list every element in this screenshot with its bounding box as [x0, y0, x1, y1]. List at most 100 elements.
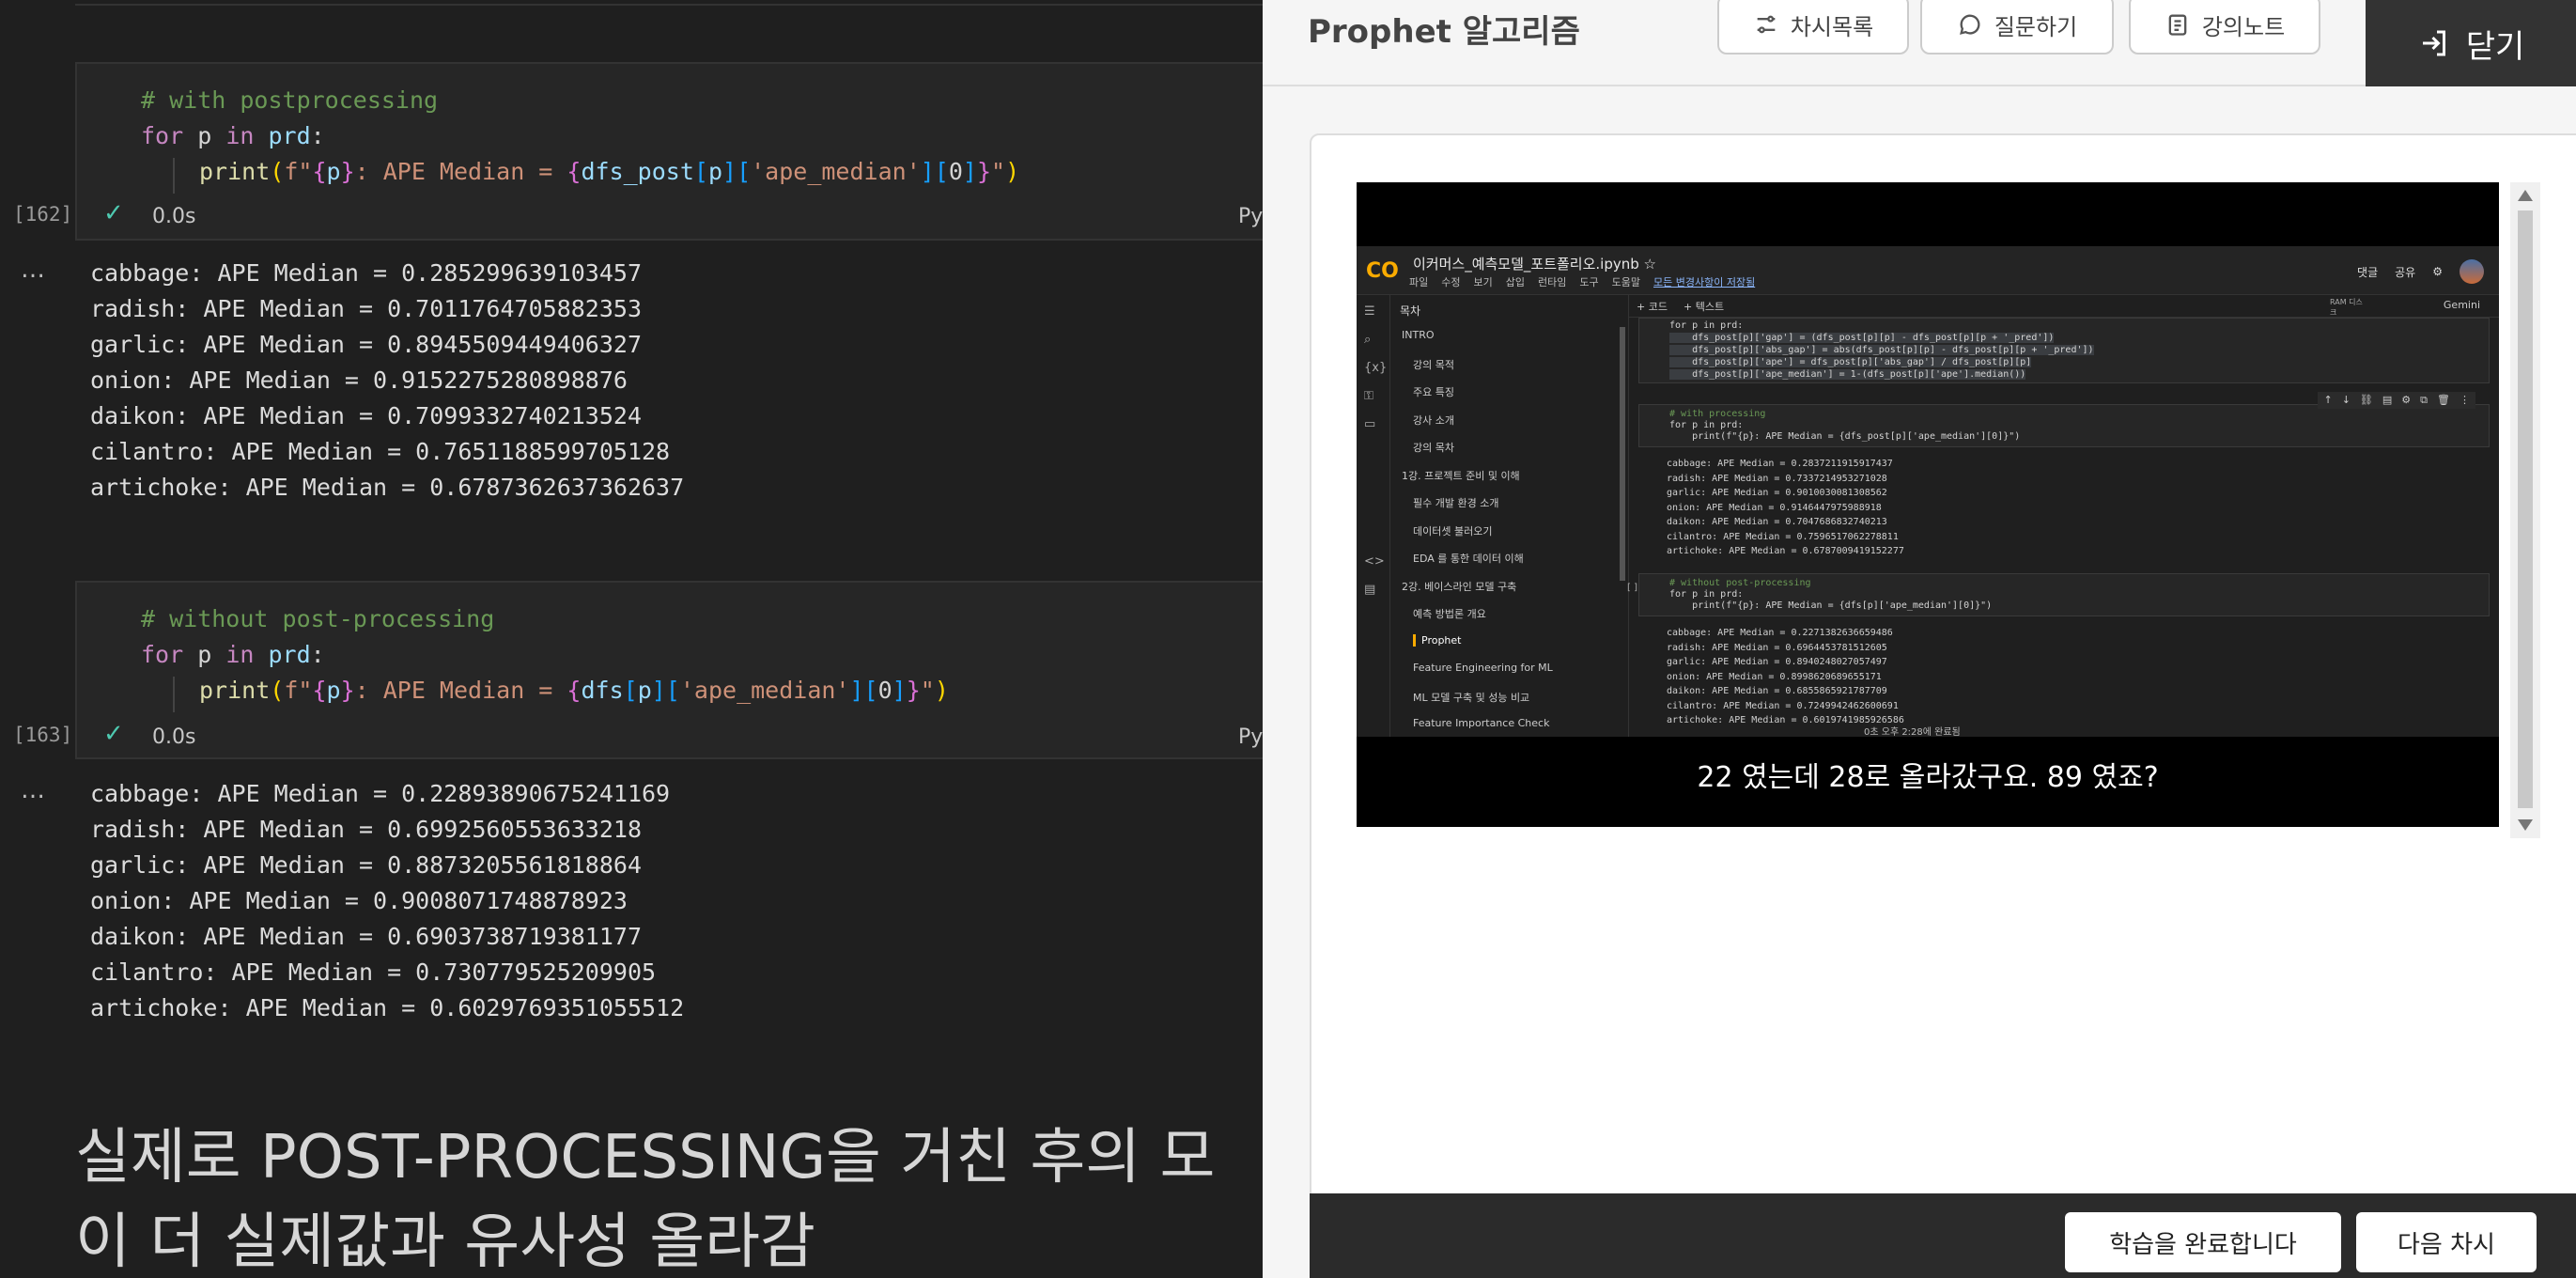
login-arrow-icon: [2422, 30, 2445, 56]
output-line: cilantro: APE Median = 0.730779525209905: [90, 958, 657, 986]
output-line: artichoke: APE Median = 0.67873626373626…: [90, 474, 685, 501]
colab-cell-with: ↑ ↓ ⛓ ▤ ⚙ ⧉ 🗑 ⋮ # with processing for p in prd: …: [1638, 392, 2490, 447]
colab-status-bar: 0초 오후 2:28에 완료됨: [1629, 722, 2499, 737]
notes-button[interactable]: 강의노트: [2129, 0, 2320, 55]
colab-code-line: for p in prd:: [1669, 320, 1744, 331]
colab-output-line: daikon: APE Median = 0.6855865921787709: [1667, 686, 1887, 696]
comment-label: 댓글: [2357, 265, 2379, 279]
gear-icon: ⚙: [2432, 265, 2443, 278]
saved-status-link: 모든 변경사항이 저장됨: [1653, 276, 1756, 288]
output-line: onion: APE Median = 0.9008071748878923: [90, 887, 628, 914]
sliders-icon: [1757, 15, 1776, 34]
toc-icon: ☰: [1364, 304, 1375, 319]
colab-code-line: dfs_post[p]['gap'] = (dfs_post[p][p] - d…: [1669, 333, 2055, 343]
output-line: artichoke: APE Median = 0.60297693510555…: [90, 994, 685, 1021]
code-line-for: for p in prd:: [141, 122, 325, 149]
colab-menu: 파일 수정 보기 삽입 런타임 도구 도움말 모든 변경사항이 저장됨: [1409, 274, 1755, 289]
video-subtitle: 22 였는데 28로 올라갔구요. 89 였죠?: [1697, 761, 2159, 794]
toc-item: 강사 소개: [1413, 413, 1454, 427]
colab-menu-item: 삽입: [1505, 276, 1525, 288]
output-line: daikon: APE Median = 0.7099332740213524: [90, 402, 642, 429]
colab-menu-item: 보기: [1473, 276, 1493, 288]
colab-output-line: cilantro: APE Median = 0.759651706227881…: [1667, 531, 1899, 542]
success-check-icon: ✓: [103, 199, 124, 227]
colab-logo: CO: [1366, 259, 1399, 283]
output-line: cilantro: APE Median = 0.765118859970512…: [90, 438, 671, 465]
colab-code-line: for p in prd:: [1669, 589, 1744, 600]
toc-item: INTRO: [1402, 329, 1435, 341]
close-button[interactable]: 닫기: [2366, 0, 2576, 86]
output-line: garlic: APE Median = 0.8945509449406327: [90, 331, 642, 358]
colab-output-line: garlic: APE Median = 0.8940248027057497: [1667, 657, 1887, 667]
share-label: 공유: [2395, 265, 2416, 279]
colab-code-line: # with processing: [1669, 409, 1766, 419]
toc-item: 강의 목차: [1413, 442, 1454, 454]
toc-item: 1강. 프로젝트 준비 및 이해: [1402, 469, 1520, 482]
colab-code-line: for p in prd:: [1669, 420, 1744, 430]
notes-icon: [2168, 14, 2187, 36]
video-scrollbar[interactable]: [2510, 182, 2540, 838]
execution-count: [162]: [13, 203, 73, 226]
toc-item: Feature Importance Check: [1413, 717, 1550, 729]
chat-bubble-icon: [1959, 14, 1980, 35]
success-check-icon: ✓: [103, 720, 124, 748]
colab-code-line: dfs_post[p]['ape_median'] = 1-(dfs_post[…: [1669, 369, 2026, 380]
colab-code-line: print(f"{p}: APE Median = {dfs_post[p]['…: [1669, 431, 2021, 442]
execution-duration: 0.0s: [152, 205, 196, 228]
code-cell-162[interactable]: # with postprocessing for p in prd: prin…: [75, 62, 1263, 241]
kernel-language-label: Py: [1238, 725, 1263, 749]
toc-title: 목차: [1400, 304, 1421, 318]
colab-menu-item: 런타임: [1538, 276, 1567, 288]
colab-output-line: radish: APE Median = 0.7337214953271028: [1667, 473, 1887, 484]
colab-toc: 목차 INTRO 강의 목적주요 특징강사 소개강의 목차 1강. 프로젝트 준비 …: [1390, 295, 1629, 737]
output-line: cabbage: APE Median = 0.285299639103457: [90, 259, 642, 287]
output-line: onion: APE Median = 0.9152275280898876: [90, 366, 628, 394]
add-code-label: + 코드: [1637, 301, 1668, 313]
toc-scrollbar: [1620, 327, 1625, 581]
toc-item: ML 모델 구축 및 성능 비교: [1413, 691, 1530, 704]
complete-lesson-button[interactable]: 학습을 완료합니다: [2065, 1212, 2341, 1272]
output-menu-icon[interactable]: …: [21, 256, 45, 284]
next-lesson-button[interactable]: 다음 차시: [2356, 1212, 2537, 1272]
scroll-down-icon[interactable]: [2518, 819, 2533, 831]
colab-code-line: dfs_post[p]['ape'] = dfs_post[p]['abs_ga…: [1669, 357, 2032, 367]
colab-code-line: print(f"{p}: APE Median = {dfs[p]['ape_m…: [1669, 600, 1993, 611]
toc-item: 필수 개발 환경 소개: [1413, 497, 1499, 509]
toc-item: 데이터셋 불러오기: [1413, 524, 1493, 538]
terminal-icon: ▤: [1364, 583, 1376, 597]
gemini-label: Gemini: [2443, 299, 2480, 311]
indent-guide: [173, 158, 175, 194]
code-comment: # without post-processing: [141, 605, 495, 632]
markdown-heading-line-2: 이 더 실제값과 유사성 올라감: [75, 1208, 815, 1277]
lecture-player-panel: Prophet 알고리즘 차시목록 질문하기 강의노트 닫기 CO 이커머스_예…: [1263, 0, 2576, 1278]
player-footer: 학습을 완료합니다 다음 차시: [1310, 1193, 2576, 1278]
output-line: radish: APE Median = 0.7011764705882353: [90, 295, 642, 322]
colab-output-line: onion: APE Median = 0.8998620689655171: [1667, 671, 1882, 682]
output-menu-icon[interactable]: …: [21, 776, 45, 804]
video-player[interactable]: CO 이커머스_예측모델_포트폴리오.ipynb ☆ 파일 수정 보기 삽입 런타임 도구…: [1357, 182, 2499, 827]
code-icon: <>: [1364, 554, 1385, 569]
toc-item: 강의 목적: [1413, 358, 1454, 371]
close-button-label: 닫기: [2465, 27, 2525, 66]
toc-item: Feature Engineering for ML: [1413, 662, 1553, 674]
toc-button[interactable]: 차시목록: [1717, 0, 1909, 55]
scroll-up-icon[interactable]: [2518, 190, 2533, 201]
code-cell-163[interactable]: # without post-processing for p in prd: …: [75, 581, 1263, 759]
toc-item: 주요 특징: [1413, 386, 1454, 398]
scroll-thumb[interactable]: [2518, 210, 2533, 808]
toc-item: 2강. 베이스라인 모델 구축: [1402, 580, 1517, 593]
question-button[interactable]: 질문하기: [1920, 0, 2114, 55]
variables-icon: {x}: [1364, 361, 1388, 375]
output-line: daikon: APE Median = 0.6903738719381177: [90, 923, 642, 950]
colab-header: CO 이커머스_예측모델_포트폴리오.ipynb ☆ 파일 수정 보기 삽입 런타임 도구…: [1357, 246, 2499, 295]
colab-code-line: # without post-processing: [1669, 578, 1811, 588]
toc-item: 예측 방법론 개요: [1413, 608, 1486, 620]
code-line-for: for p in prd:: [141, 641, 325, 668]
colab-side-rail: ☰ ⌕ {x} ⚿ ▭ <> ▤: [1357, 295, 1390, 737]
question-button-label: 질문하기: [1994, 13, 2078, 40]
video-container: CO 이커머스_예측모델_포트폴리오.ipynb ☆ 파일 수정 보기 삽입 런타임 도구…: [1310, 133, 2576, 1195]
output-line: cabbage: APE Median = 0.2289389067524116…: [90, 780, 671, 807]
player-header: Prophet 알고리즘 차시목록 질문하기 강의노트 닫기: [1263, 0, 2576, 86]
execution-count: [163]: [13, 724, 73, 746]
code-line-print: print(f"{p}: APE Median = {dfs[p]['ape_m…: [199, 677, 949, 704]
